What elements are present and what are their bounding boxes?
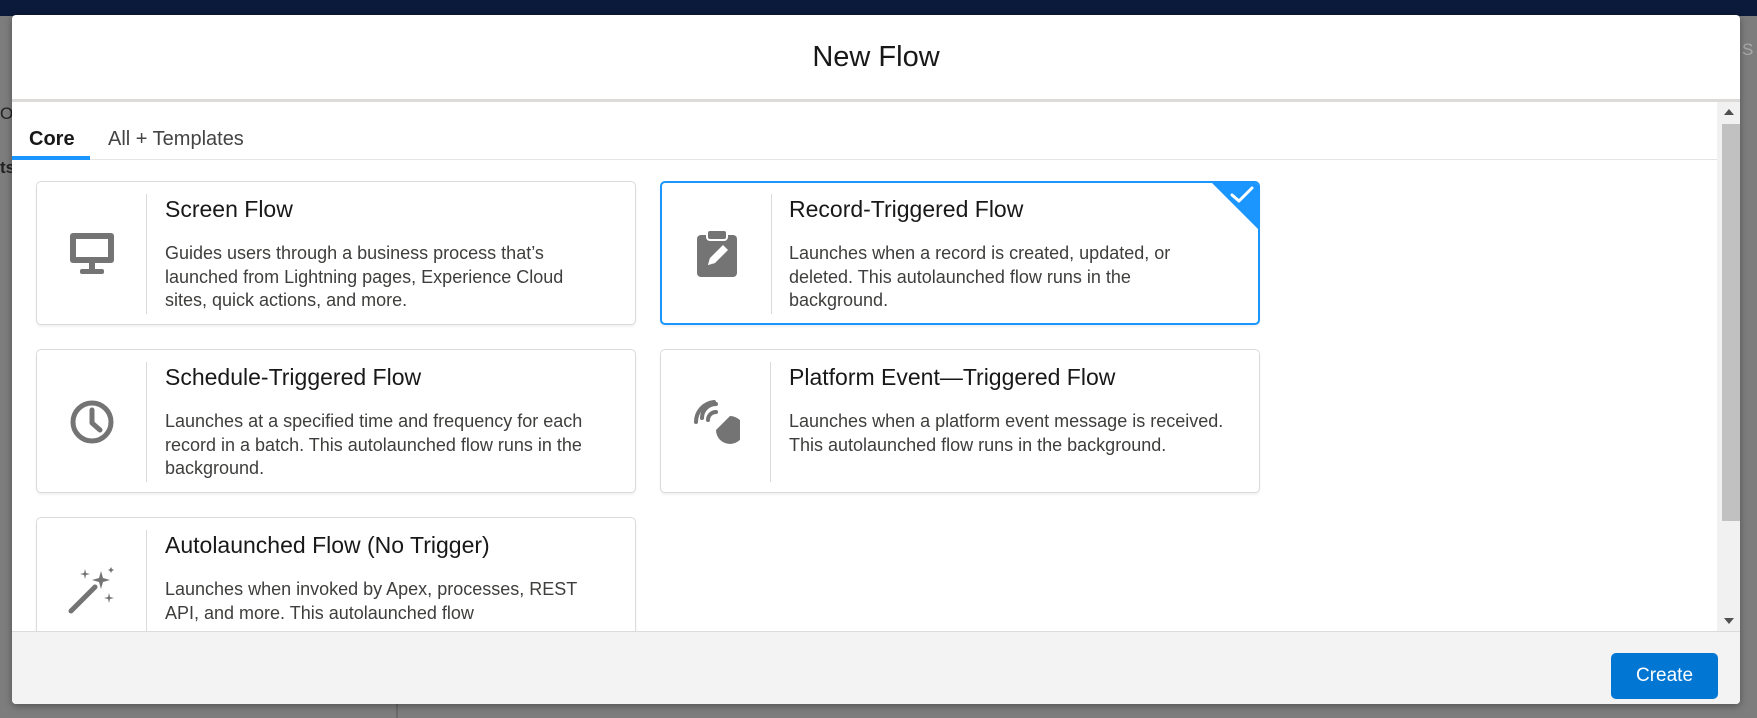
modal-title: New Flow — [812, 40, 940, 73]
card-title: Schedule-Triggered Flow — [165, 364, 422, 390]
modal-footer: Create — [12, 631, 1740, 704]
background-page-right: S — [1740, 16, 1757, 718]
card-title: Platform Event—Triggered Flow — [789, 364, 1116, 390]
background-page-left: O ts — [0, 16, 15, 718]
card-description: Launches at a specified time and frequen… — [165, 411, 583, 478]
modal-body: Core All + Templates Screen Flow Guides … — [12, 102, 1740, 631]
scroll-thumb[interactable] — [1722, 124, 1740, 521]
tab-label: All + Templates — [108, 128, 244, 150]
card-description: Guides users through a business process … — [165, 243, 564, 310]
card-autolaunched-flow[interactable]: Autolaunched Flow (No Trigger) Launches … — [36, 517, 636, 631]
modal-scrollbar[interactable] — [1717, 102, 1740, 631]
background-divider — [396, 704, 398, 718]
card-platform-event-triggered-flow[interactable]: Platform Event—Triggered Flow Launches w… — [660, 349, 1260, 493]
flow-type-tabs: Core All + Templates — [12, 102, 1717, 160]
new-flow-modal: New Flow Core All + Templates Screen Flo… — [12, 15, 1740, 704]
active-tab-indicator — [12, 156, 90, 160]
background-text-fragment: S — [1742, 40, 1754, 59]
card-screen-flow[interactable]: Screen Flow Guides users through a busin… — [36, 181, 636, 325]
tab-all-templates[interactable]: All + Templates — [108, 102, 244, 160]
tab-label: Core — [29, 128, 75, 150]
desktop-icon — [37, 194, 147, 314]
clipboard-edit-icon — [662, 194, 772, 314]
app-header-strip — [0, 0, 1757, 16]
card-schedule-triggered-flow[interactable]: Schedule-Triggered Flow Launches at a sp… — [36, 349, 636, 493]
clock-icon — [37, 362, 147, 482]
scroll-down-arrow-icon[interactable] — [1717, 611, 1740, 631]
card-title: Screen Flow — [165, 196, 293, 222]
tab-core[interactable]: Core — [29, 102, 75, 160]
card-description: Launches when a record is created, updat… — [789, 243, 1171, 310]
modal-header: New Flow — [12, 15, 1740, 102]
checkmark-icon — [1229, 185, 1255, 210]
card-record-triggered-flow[interactable]: Record-Triggered Flow Launches when a re… — [660, 181, 1260, 325]
card-description: Launches when invoked by Apex, processes… — [165, 579, 577, 623]
platform-event-icon — [661, 362, 771, 482]
card-title: Autolaunched Flow (No Trigger) — [165, 532, 490, 558]
create-button[interactable]: Create — [1611, 653, 1718, 699]
card-description: Launches when a platform event message i… — [789, 411, 1224, 455]
background-page-bottom — [0, 704, 1757, 718]
card-title: Record-Triggered Flow — [789, 196, 1024, 222]
scroll-up-arrow-icon[interactable] — [1717, 102, 1740, 122]
magic-wand-icon — [37, 530, 147, 631]
